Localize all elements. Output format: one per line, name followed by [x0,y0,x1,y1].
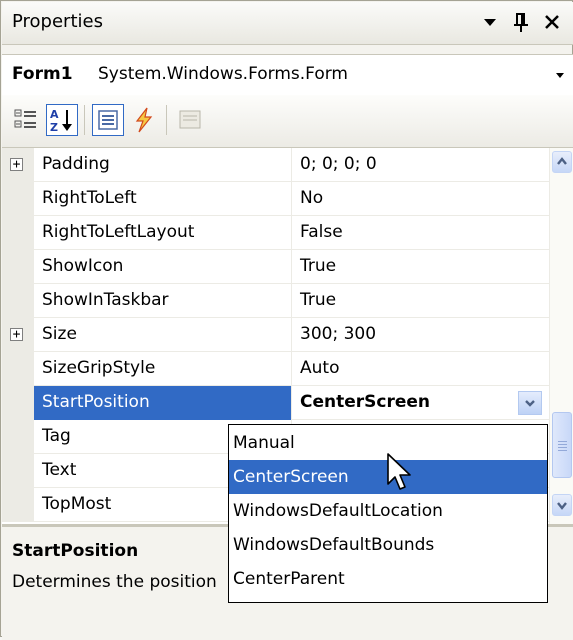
column-divider[interactable] [291,250,292,284]
property-pages-button[interactable] [174,104,206,136]
object-selector[interactable]: Form1 System.Windows.Forms.Form [2,54,573,96]
toolbar: A Z [2,95,573,148]
scroll-up-chevron-icon[interactable] [552,151,572,173]
property-name: Text [42,460,77,480]
property-name: Size [42,324,77,344]
column-divider[interactable] [291,386,292,420]
property-row-padding[interactable]: + Padding 0; 0; 0; 0 [2,148,549,182]
property-row-startposition[interactable]: StartPosition CenterScreen [2,386,549,420]
property-name: TopMost [42,494,112,514]
property-value[interactable]: CenterScreen [300,392,430,412]
start-position-dropdown-list[interactable]: Manual CenterScreen WindowsDefaultLocation… [228,424,548,603]
events-button[interactable] [128,104,160,136]
pin-icon[interactable] [509,8,533,36]
description-text: Determines the position of a form when i… [12,572,222,592]
properties-icon [98,110,118,130]
property-row-righttoleft[interactable]: RightToLeft No [2,182,549,216]
chevron-down-icon[interactable] [549,63,571,87]
column-divider[interactable] [291,148,292,182]
row-gutter [2,216,34,250]
row-gutter [2,250,34,284]
description-title: StartPosition [12,541,139,561]
column-divider[interactable] [291,284,292,318]
property-name: Tag [42,426,71,446]
property-name: RightToLeft [42,188,137,208]
column-divider[interactable] [291,352,292,386]
window-position-chevron-icon[interactable] [478,8,502,36]
categorized-icon [14,109,36,128]
alphabetical-button[interactable]: A Z [46,104,78,136]
property-row-showicon[interactable]: ShowIcon True [2,250,549,284]
property-value[interactable]: False [300,222,343,242]
vertical-scrollbar[interactable] [549,148,573,524]
row-gutter [2,352,34,386]
property-row-sizegripstyle[interactable]: SizeGripStyle Auto [2,352,549,386]
object-name: Form1 [12,64,73,84]
toolbar-separator [166,105,167,135]
svg-text:A: A [50,108,59,121]
dropdown-option-centerparent[interactable]: CenterParent [229,562,547,596]
close-icon[interactable] [540,8,564,36]
property-row-righttoleftlayout[interactable]: RightToLeftLayout False [2,216,549,250]
property-value[interactable]: 0; 0; 0; 0 [300,154,377,174]
property-name: ShowIcon [42,256,124,276]
property-row-showintaskbar[interactable]: ShowInTaskbar True [2,284,549,318]
row-gutter [2,182,34,216]
properties-button[interactable] [92,104,124,136]
property-name: SizeGripStyle [42,358,156,378]
value-dropdown-chevron-icon[interactable] [518,391,542,415]
expand-plus-icon[interactable]: + [10,158,23,171]
categorized-button[interactable] [10,104,42,136]
column-divider[interactable] [291,318,292,352]
property-name: RightToLeftLayout [42,222,195,242]
column-divider[interactable] [291,182,292,216]
title-bar[interactable]: Properties [2,2,573,45]
property-value[interactable]: True [300,256,336,276]
scroll-down-chevron-icon[interactable] [552,494,572,516]
expand-plus-icon[interactable]: + [10,328,23,341]
properties-window: Properties Form1 System.Windows.Forms.Fo… [0,0,573,640]
row-gutter [2,284,34,318]
column-divider[interactable] [291,216,292,250]
property-name: Padding [42,154,110,174]
property-value[interactable]: No [300,188,323,208]
sort-az-icon: A Z [50,108,72,134]
row-gutter [2,488,34,522]
property-row-size[interactable]: + Size 300; 300 [2,318,549,352]
property-value[interactable]: 300; 300 [300,324,376,344]
scrollbar-thumb[interactable] [552,412,572,478]
toolbar-separator [84,105,85,135]
lightning-icon [135,107,153,133]
property-value[interactable]: Auto [300,358,339,378]
mouse-pointer-icon [387,453,411,490]
dropdown-option-windowsdefaultbounds[interactable]: WindowsDefaultBounds [229,528,547,562]
property-name: StartPosition [42,392,150,412]
object-type: System.Windows.Forms.Form [98,64,348,84]
window-title: Properties [12,11,103,32]
svg-text:Z: Z [50,121,58,134]
property-name: ShowInTaskbar [42,290,169,310]
row-gutter [2,420,34,454]
row-gutter [2,386,34,420]
property-pages-icon [179,110,201,129]
dropdown-option-windowsdefaultlocation[interactable]: WindowsDefaultLocation [229,494,547,528]
property-value[interactable]: True [300,290,336,310]
row-gutter [2,454,34,488]
